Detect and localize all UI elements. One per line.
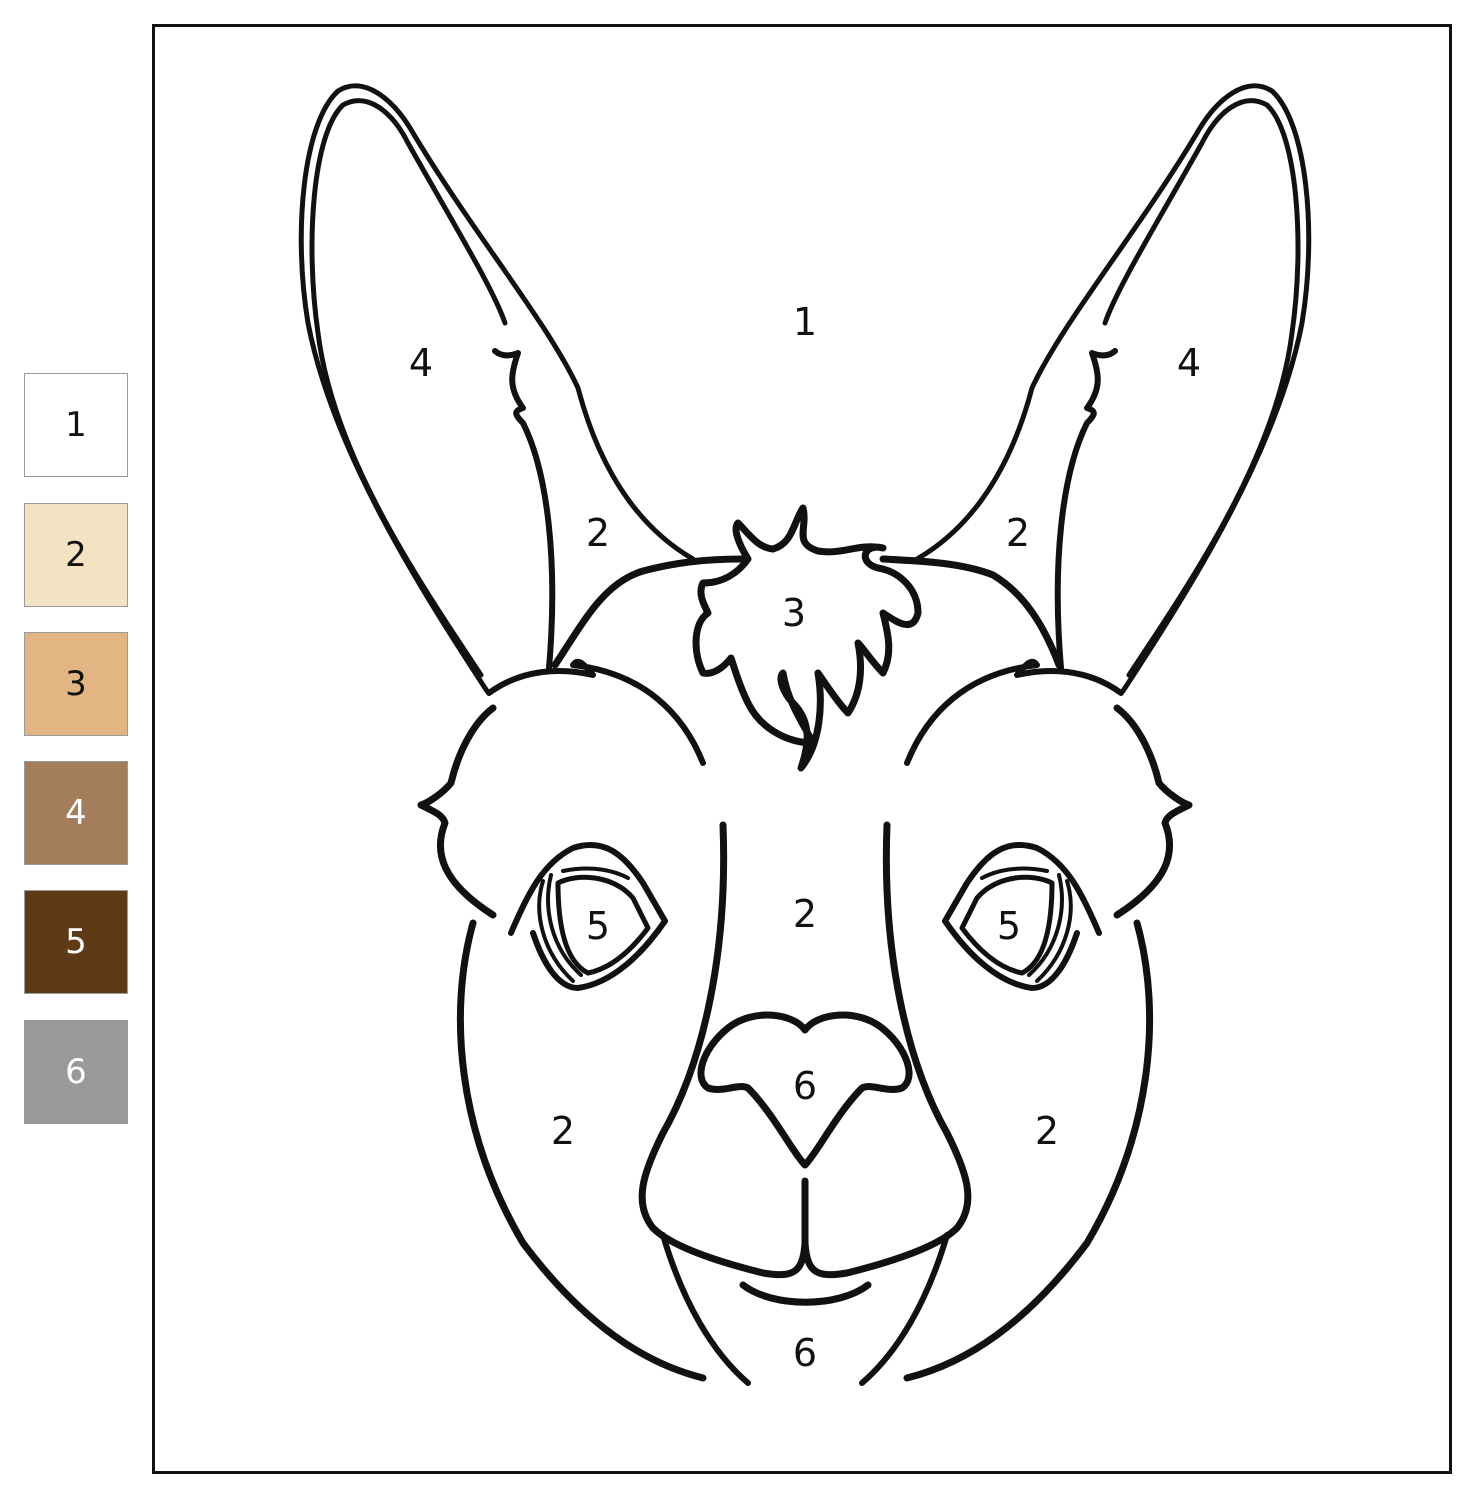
palette-swatch-4[interactable]: 4 — [24, 761, 128, 865]
coloring-canvas[interactable]: 1 4 4 2 2 3 5 5 2 6 2 2 6 — [152, 24, 1452, 1474]
right-jaw — [903, 919, 1154, 1382]
swatch-number: 6 — [65, 1052, 87, 1092]
left-ear-tuft[interactable] — [492, 348, 556, 671]
region-label-ear-inner-right: 4 — [1177, 341, 1201, 385]
region-label-forelock: 3 — [782, 591, 806, 635]
right-ear-inner-line — [1102, 98, 1301, 678]
right-ear-outline — [914, 83, 1312, 694]
right-forehead-curve — [904, 658, 1124, 766]
region-label-ear-base-right: 2 — [1006, 511, 1030, 555]
palette-swatch-5[interactable]: 5 — [24, 890, 128, 994]
region-label-ear-base-left: 2 — [586, 511, 610, 555]
right-head-side — [1113, 704, 1193, 919]
snout-left-edge — [638, 821, 809, 1279]
region-label-ear-inner-left: 4 — [409, 341, 433, 385]
color-palette: 1 2 3 4 5 6 — [0, 0, 140, 1499]
palette-swatch-2[interactable]: 2 — [24, 503, 128, 607]
swatch-number: 2 — [65, 535, 87, 575]
swatch-number: 5 — [65, 922, 87, 962]
swatch-number: 1 — [65, 405, 87, 445]
region-label-nose: 6 — [793, 1064, 817, 1108]
region-label-eye-right: 5 — [997, 904, 1021, 948]
palette-swatch-3[interactable]: 3 — [24, 632, 128, 736]
region-label-chin: 6 — [793, 1331, 817, 1375]
head-top-outline — [551, 555, 1063, 669]
palette-swatch-6[interactable]: 6 — [24, 1020, 128, 1124]
region-label-eye-left: 5 — [586, 904, 610, 948]
region-label-cheek-right: 2 — [1035, 1109, 1059, 1153]
left-jaw — [456, 919, 707, 1382]
region-label-background: 1 — [793, 300, 817, 344]
llama-head-outline-icon: 1 4 4 2 2 3 5 5 2 6 2 2 6 — [298, 83, 1312, 1386]
region-label-cheek-left: 2 — [551, 1109, 575, 1153]
llama-line-art — [298, 83, 1312, 1386]
snout-right-edge — [801, 821, 972, 1279]
left-ear-inner-line — [309, 98, 508, 678]
swatch-number: 4 — [65, 793, 87, 833]
palette-swatch-1[interactable]: 1 — [24, 373, 128, 477]
left-ear-outline — [298, 83, 696, 694]
left-head-side — [417, 704, 497, 919]
right-ear-tuft[interactable] — [1054, 348, 1118, 671]
region-label-face-center: 2 — [793, 892, 817, 936]
mouth-line — [739, 1281, 872, 1306]
swatch-number: 3 — [65, 664, 87, 704]
forelock-outline[interactable] — [692, 504, 922, 772]
left-forehead-curve — [486, 658, 706, 766]
